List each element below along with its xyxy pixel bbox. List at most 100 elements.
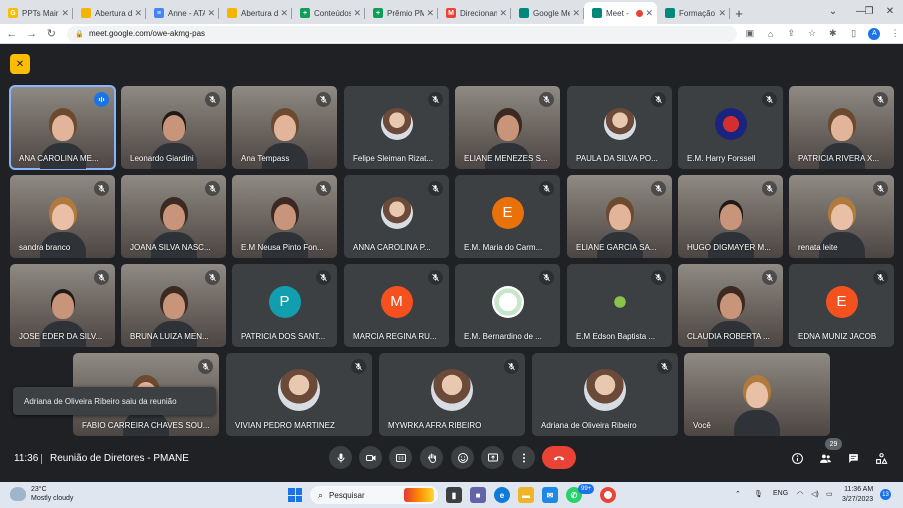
tab-close-icon[interactable]: ✕: [572, 8, 580, 19]
taskbar-search[interactable]: ⌕ Pesquisar: [310, 486, 438, 504]
participant-tile[interactable]: Adriana de Oliveira Ribeiro: [532, 353, 678, 436]
teams-chat-icon[interactable]: ■: [470, 487, 486, 503]
browser-tab[interactable]: Formação ✕: [657, 2, 730, 24]
participant-tile[interactable]: renata leite: [789, 175, 894, 258]
mic-muted-icon: [762, 181, 777, 196]
edge-browser-icon[interactable]: e: [494, 487, 510, 503]
language-indicator[interactable]: ENG: [773, 490, 788, 497]
weather-temp: 23°C: [31, 486, 47, 493]
more-options-button[interactable]: [512, 446, 535, 469]
tab-close-icon[interactable]: ✕: [280, 8, 288, 19]
emoji-reactions-button[interactable]: [451, 446, 474, 469]
share-icon[interactable]: ⇪: [783, 26, 799, 42]
avatar: E: [825, 285, 858, 318]
participant-tile[interactable]: E EDNA MUNIZ JACOB: [789, 264, 894, 347]
profile-button[interactable]: A: [866, 26, 882, 42]
tab-close-icon[interactable]: ✕: [426, 8, 434, 19]
participant-tile[interactable]: E.M. Harry Forssell: [678, 86, 783, 169]
bookmark-star-icon[interactable]: ☆: [804, 26, 820, 42]
tab-close-icon[interactable]: ✕: [499, 8, 507, 19]
browser-tab[interactable]: + Conteúdos ✕: [292, 2, 365, 24]
volume-icon[interactable]: ◁): [811, 490, 819, 498]
forward-button[interactable]: →: [24, 26, 40, 42]
tab-close-icon[interactable]: ✕: [207, 8, 215, 19]
participant-tile[interactable]: JOANA SILVA NASC...: [121, 175, 226, 258]
address-bar[interactable]: 🔒 meet.google.com/owe-akmg-pas: [67, 25, 737, 42]
raise-hand-button[interactable]: [420, 446, 443, 469]
tab-close-icon[interactable]: ✕: [353, 8, 361, 19]
participant-tile[interactable]: VIVIAN PEDRO MARTINEZ: [226, 353, 372, 436]
participant-tile[interactable]: ANA CAROLINA ME...: [9, 85, 116, 170]
file-explorer-icon[interactable]: ▬: [518, 487, 534, 503]
leave-call-button[interactable]: [542, 446, 576, 469]
new-tab-button[interactable]: +: [730, 2, 748, 24]
participant-tile[interactable]: E.M Edson Baptista ...: [567, 264, 672, 347]
participant-tile[interactable]: E E.M. Maria do Carm...: [455, 175, 560, 258]
chrome-browser-icon[interactable]: [600, 487, 616, 503]
meeting-details-button[interactable]: [789, 450, 805, 466]
participant-tile[interactable]: ELIANE MENEZES S...: [455, 86, 560, 169]
weather-widget[interactable]: 23°C Mostly cloudy: [10, 485, 73, 503]
browser-tab[interactable]: + Prêmio PM ✕: [365, 2, 438, 24]
translate-icon[interactable]: ⌂: [763, 26, 779, 42]
participant-tile[interactable]: P PATRICIA DOS SANT...: [232, 264, 337, 347]
tab-close-icon[interactable]: ✕: [718, 8, 726, 19]
participant-tile[interactable]: PATRICIA RIVERA X...: [789, 86, 894, 169]
participant-tile[interactable]: ANNA CAROLINA P...: [344, 175, 449, 258]
extensions-icon[interactable]: ✱: [825, 26, 841, 42]
chevron-up-icon[interactable]: ⌃: [735, 490, 741, 498]
mail-icon[interactable]: ✉: [542, 487, 558, 503]
chat-button[interactable]: [845, 450, 861, 466]
participant-tile[interactable]: CLAUDIA ROBERTA ...: [678, 264, 783, 347]
self-view-tile[interactable]: Você: [684, 353, 830, 436]
participant-name: FABIO CARREIRA CHAVES SOU...: [82, 421, 210, 430]
participant-tile[interactable]: MYWRKA AFRA RIBEIRO: [379, 353, 525, 436]
people-button[interactable]: [817, 450, 833, 466]
side-panel-icon[interactable]: ▯: [846, 26, 862, 42]
camera-off-indicator-icon[interactable]: ✕: [10, 54, 30, 74]
menu-dots-icon[interactable]: ⋮: [887, 26, 903, 42]
wifi-icon[interactable]: ◠: [797, 490, 803, 498]
tab-close-icon[interactable]: ✕: [134, 8, 142, 19]
tab-label: Abertura de: [241, 8, 279, 18]
activities-button[interactable]: [873, 450, 889, 466]
system-clock[interactable]: 11:36 AM 3/27/2023: [842, 485, 873, 505]
browser-tab[interactable]: ≡ Anne - ATA ✕: [146, 2, 219, 24]
participant-tile[interactable]: Leonardo Giardini: [121, 86, 226, 169]
participant-tile[interactable]: ELIANE GARCIA SA...: [567, 175, 672, 258]
participant-tile[interactable]: Felipe Sleiman Rizat...: [344, 86, 449, 169]
present-screen-button[interactable]: [481, 446, 504, 469]
browser-tab[interactable]: M Direcionam ✕: [438, 2, 511, 24]
participant-tile[interactable]: HUGO DIGMAYER M...: [678, 175, 783, 258]
tab-close-icon[interactable]: ✕: [645, 8, 653, 19]
reload-button[interactable]: ↻: [44, 26, 60, 42]
browser-tab[interactable]: G PPTs Mairin✕: [0, 2, 73, 24]
microphone-tray-icon[interactable]: 🎙: [754, 490, 763, 498]
participant-tile[interactable]: PAULA DA SILVA PO...: [567, 86, 672, 169]
participant-name: ELIANE GARCIA SA...: [576, 243, 657, 252]
participant-tile[interactable]: E.M Neusa Pinto Fon...: [232, 175, 337, 258]
notification-count-badge[interactable]: 13: [880, 489, 891, 500]
participant-tile[interactable]: M MARCIA REGINA RU...: [344, 264, 449, 347]
close-window-button[interactable]: ✕: [880, 0, 900, 22]
captions-button[interactable]: [389, 446, 412, 469]
battery-icon[interactable]: ▭: [826, 490, 833, 498]
browser-tab[interactable]: Abertura d ✕: [73, 2, 146, 24]
camera-button[interactable]: [359, 446, 382, 469]
participant-tile[interactable]: E.M. Bernardino de ...: [455, 264, 560, 347]
browser-tab[interactable]: Abertura de✕: [219, 2, 292, 24]
maximize-button[interactable]: ❐: [862, 0, 876, 22]
participant-tile[interactable]: Ana Tempass: [232, 86, 337, 169]
participant-tile[interactable]: BRUNA LUIZA MEN...: [121, 264, 226, 347]
tab-close-icon[interactable]: ✕: [61, 8, 69, 19]
back-button[interactable]: ←: [4, 26, 20, 42]
microphone-button[interactable]: [329, 446, 352, 469]
start-button-windows-icon[interactable]: [288, 488, 302, 502]
browser-tab[interactable]: Meet - ✕: [584, 2, 657, 24]
tab-search-button[interactable]: ⌄: [819, 0, 847, 22]
task-view-icon[interactable]: ▮: [446, 487, 462, 503]
browser-tab[interactable]: Google Me ✕: [511, 2, 584, 24]
camera-icon[interactable]: ▣: [742, 26, 758, 42]
participant-tile[interactable]: JOSE EDER DA SILV...: [10, 264, 115, 347]
participant-tile[interactable]: sandra branco: [10, 175, 115, 258]
